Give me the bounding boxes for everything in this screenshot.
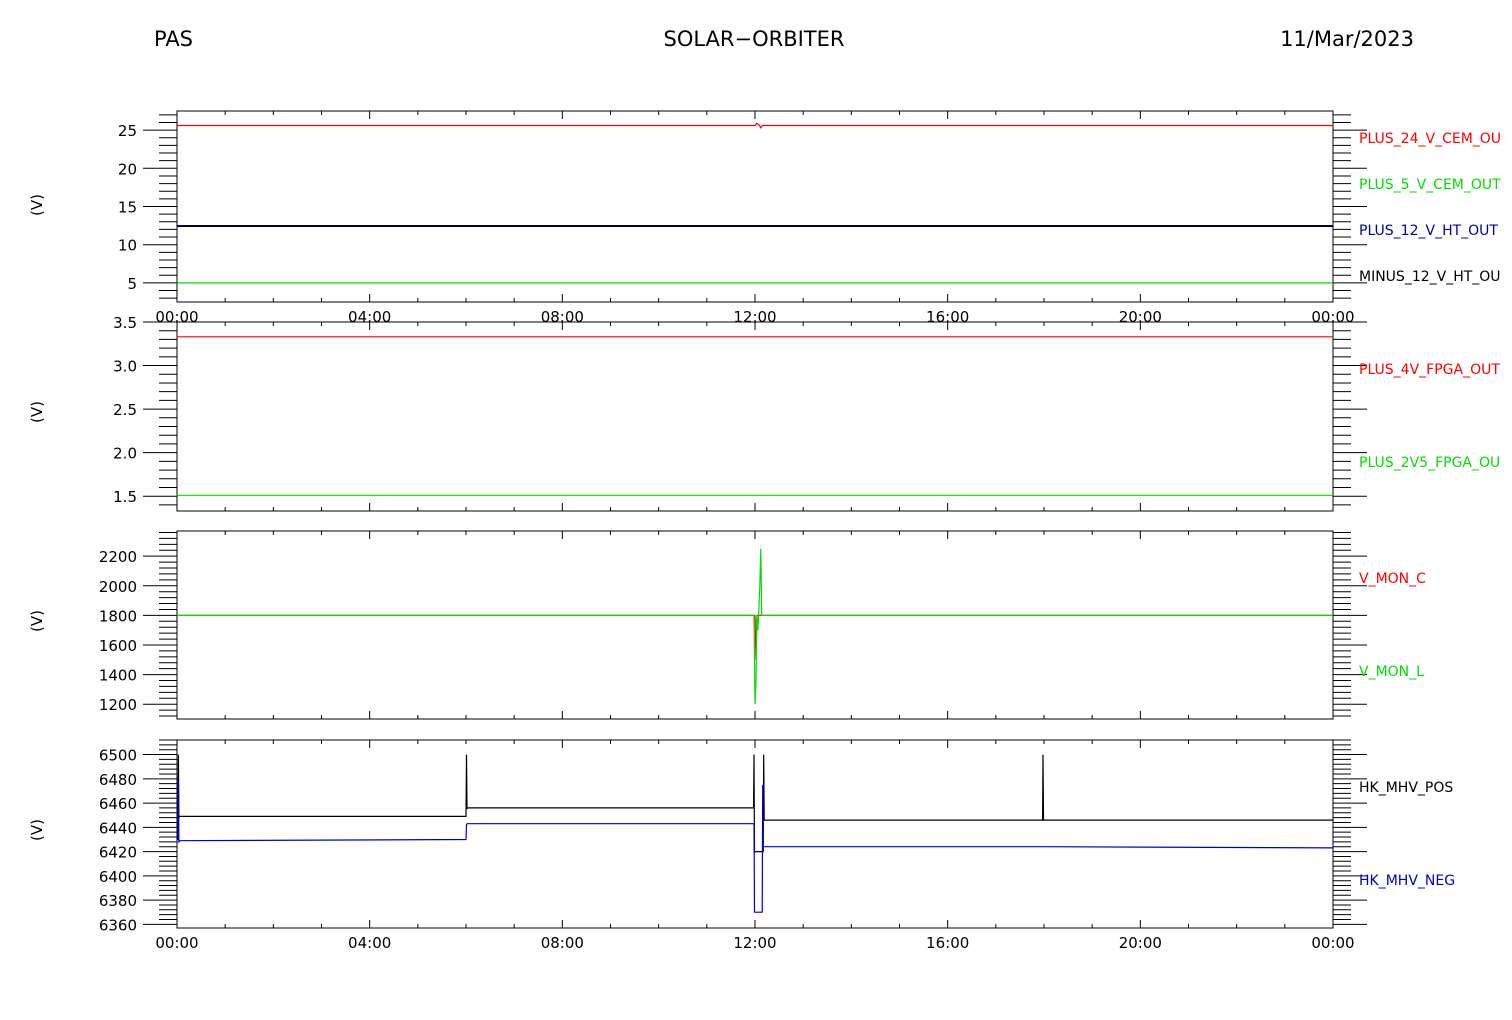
y-tick-label: 3.0 — [113, 358, 137, 376]
legend-label-plus-12-v-ht-out: PLUS_12_V_HT_OUT — [1359, 223, 1498, 239]
date-label: 11/Mar/2023 — [1280, 27, 1414, 51]
y-tick-label: 2.5 — [113, 401, 137, 419]
x-tick-label: 12:00 — [733, 934, 776, 952]
y-tick-label: 6400 — [99, 868, 137, 886]
y-tick-label: 2.0 — [113, 445, 137, 463]
legend-label-hk-mhv-pos: HK_MHV_POS — [1359, 780, 1453, 796]
panel-2: 1.5 2.0 2.5 3.0 3.5 (V) PLUS_4V_FPGA_OUT PLUS_2… — [28, 314, 1500, 512]
series-line-plus-24-v-cem-out — [177, 122, 1333, 129]
y-tick-label: 10 — [118, 237, 137, 255]
y-tick-label: 6460 — [99, 795, 137, 813]
y-axis-label: (V) — [28, 819, 46, 841]
legend-label-plus-24-v-cem-out: PLUS_24_V_CEM_OU — [1359, 131, 1501, 147]
plot-frame — [176, 110, 1334, 303]
y-tick-label: 6480 — [99, 771, 137, 789]
y-tick-label: 3.5 — [113, 314, 137, 332]
y-tick-label: 1200 — [99, 696, 137, 714]
series-line-hk-mhv-pos — [177, 754, 1333, 854]
legend-label-plus-2v5-fpga-out: PLUS_2V5_FPGA_OU — [1359, 455, 1500, 471]
y-tick-label: 6360 — [99, 916, 137, 934]
legend-label-v-mon-l: V_MON_L — [1359, 664, 1424, 680]
chart-figure: PAS SOLAR−ORBITER 11/Mar/2023 5 10 15 20 25 0… — [28, 27, 1501, 952]
panel-1: 51015202500:00 04:00 08:00 12:00 16:00 20:00 0… — [28, 110, 1501, 326]
panel-4: 6360 6380 6400 6420 6440 6460 6480 6500 00:00 04:… — [28, 739, 1455, 952]
instrument-label: PAS — [154, 27, 193, 51]
y-tick-label: 1400 — [99, 667, 137, 685]
y-tick-label: 2000 — [99, 578, 137, 596]
x-tick-label: 08:00 — [541, 934, 584, 952]
y-tick-label: 5 — [127, 275, 137, 293]
y-tick-label: 6440 — [99, 819, 137, 837]
panels: 5 10 15 20 25 00:00 04:00 08:00 12:00 16:00 20:00 0… — [28, 110, 1501, 952]
legend-label-plus-5-v-cem-out: PLUS_5_V_CEM_OUT — [1359, 177, 1501, 193]
x-tick-label: 00:00 — [155, 934, 198, 952]
legend-label-hk-mhv-neg: HK_MHV_NEG — [1359, 873, 1455, 889]
y-axis-label: (V) — [28, 401, 46, 423]
panel-3: 1200 1400 1600 1800 2000 2200 (V) V_MON_C V_MON_… — [28, 530, 1426, 720]
mission-title: SOLAR−ORBITER — [663, 27, 844, 51]
y-tick-label: 15 — [118, 199, 137, 217]
y-tick-label: 20 — [118, 160, 137, 178]
x-tick-label: 04:00 — [348, 934, 391, 952]
y-tick-label: 25 — [118, 122, 137, 140]
y-tick-label: 1600 — [99, 637, 137, 655]
legend-label-v-mon-c: V_MON_C — [1359, 571, 1426, 587]
legend-label-minus-12-v-ht-out: MINUS_12_V_HT_OU — [1359, 269, 1501, 285]
y-tick-label: 1.5 — [113, 488, 137, 506]
x-tick-label: 20:00 — [1119, 934, 1162, 952]
y-tick-label: 6420 — [99, 844, 137, 862]
plot-frame — [176, 321, 1334, 512]
y-axis-label: (V) — [28, 194, 46, 216]
y-tick-label: 6500 — [99, 747, 137, 765]
y-tick-label: 6380 — [99, 892, 137, 910]
y-tick-label: 1800 — [99, 607, 137, 625]
legend-label-plus-4v-fpga-out: PLUS_4V_FPGA_OUT — [1359, 362, 1500, 378]
x-tick-label: 00:00 — [1311, 934, 1354, 952]
y-axis-label: (V) — [28, 610, 46, 632]
y-tick-label: 2200 — [99, 548, 137, 566]
x-tick-label: 16:00 — [926, 934, 969, 952]
